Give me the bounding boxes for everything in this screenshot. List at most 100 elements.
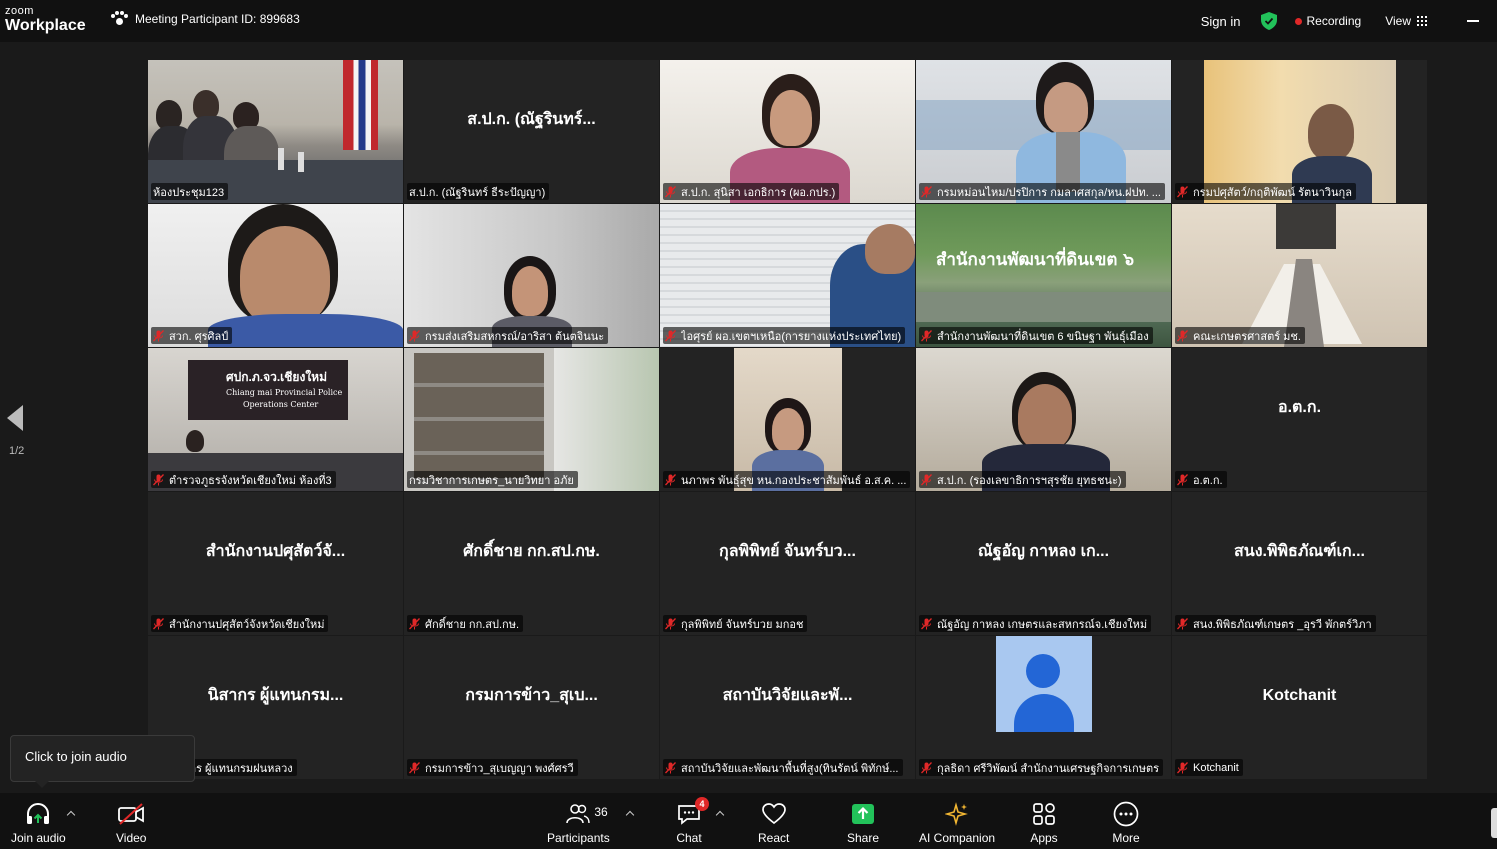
participant-name: ศักดิ์ชาย กก.สป.กษ.: [425, 618, 520, 631]
heart-icon: [760, 801, 788, 827]
side-scrollbar[interactable]: [1491, 808, 1497, 838]
apps-button[interactable]: Apps: [1030, 801, 1058, 845]
participant-tile[interactable]: กรมการข้าว_สุเบ... กรมการข้าว_สุเบญญา พง…: [404, 636, 659, 779]
participant-video: [404, 204, 659, 347]
video-button[interactable]: Video: [116, 801, 146, 845]
participants-button[interactable]: 36 Participants: [547, 801, 610, 845]
participants-icon: 36: [548, 801, 608, 827]
react-button[interactable]: React: [758, 801, 789, 845]
participant-tile[interactable]: อ.ต.ก. อ.ต.ก.: [1172, 348, 1427, 491]
participant-video: [916, 60, 1171, 203]
participant-name-label: ส.ป.ก. สุนิสา เอกธิการ (ผอ.กปร.): [663, 183, 840, 200]
previous-page-icon[interactable]: [7, 405, 23, 431]
join-audio-button[interactable]: Join audio: [11, 801, 66, 845]
share-label: Share: [847, 831, 880, 845]
participant-tile[interactable]: สนง.พิพิธภัณฑ์เก... สนง.พิพิธภัณฑ์เกษตร …: [1172, 492, 1427, 635]
muted-mic-icon: [921, 329, 932, 341]
participant-video: [660, 60, 915, 203]
muted-mic-icon: [665, 761, 676, 773]
logo-big-text: Workplace: [5, 17, 86, 34]
view-button[interactable]: View: [1385, 14, 1427, 28]
participant-tile[interactable]: สถาบันวิจัยและพั... สถาบันวิจัยและพัฒนาพ…: [660, 636, 915, 779]
muted-mic-icon: [1177, 185, 1188, 197]
participant-display-name: ส.ป.ก. (ณัฐรินทร์...: [467, 111, 596, 128]
participant-name: สวก. ศุรศิลป์: [169, 330, 229, 343]
participant-display-name: กรมการข้าว_สุเบ...: [465, 687, 598, 704]
participant-name: ส.ป.ก. (ณัฐรินทร์ ธีระปัญญา): [409, 186, 546, 199]
sign-in-link[interactable]: Sign in: [1201, 14, 1241, 29]
participant-tile[interactable]: คณะเกษตรศาสตร์ มช.: [1172, 204, 1427, 347]
participant-tile[interactable]: ณัฐอัญ กาหลง เก... ณัฐอัญ กาหลง เกษตรและ…: [916, 492, 1171, 635]
participant-tile[interactable]: ส.ป.ก. สุนิสา เอกธิการ (ผอ.กปร.): [660, 60, 915, 203]
page-indicator: 1/2: [9, 445, 25, 457]
muted-mic-icon: [409, 329, 420, 341]
meeting-info[interactable]: Meeting Participant ID: 899683: [110, 11, 300, 27]
audio-options-chevron-icon[interactable]: [66, 810, 76, 820]
join-audio-label: Join audio: [11, 831, 66, 845]
muted-mic-icon: [1177, 617, 1188, 629]
headphones-icon: [24, 801, 52, 827]
more-button[interactable]: More: [1112, 801, 1140, 845]
paw-icon: [110, 11, 128, 27]
participant-name: กรมปศุสัตว์/กฤติพัฒน์ รัตนาวินกุล: [1193, 186, 1352, 199]
participant-name: ไอศุรย์ ผอ.เขตฯเหนือ(การยางแห่งประเทศไทย…: [681, 330, 902, 343]
participant-tile[interactable]: กรมหม่อนไหม/ปรปิการ กมลาศสกุล/หน.ฝปท. ..…: [916, 60, 1171, 203]
participant-video: สำนักงานพัฒนาที่ดินเขต ๖: [916, 204, 1171, 347]
participant-name: กรมหม่อนไหม/ปรปิการ กมลาศสกุล/หน.ฝปท. ..…: [937, 186, 1161, 199]
apps-label: Apps: [1030, 831, 1058, 845]
participant-name: สำนักงานพัฒนาที่ดินเขต 6 ขนิษฐา พันธุ์เม…: [937, 330, 1149, 343]
participant-display-name: สำนักงานปศุสัตว์จั...: [205, 543, 346, 560]
minimize-icon[interactable]: [1467, 20, 1479, 22]
participant-video: [148, 204, 403, 347]
participant-tile[interactable]: ส.ป.ก. (รองเลขาธิการฯสุรชัย ยุทธชนะ): [916, 348, 1171, 491]
participant-tile[interactable]: กุลพิพิทย์ จันทร์บว... กุลพิพิทย์ จันทร์…: [660, 492, 915, 635]
muted-mic-icon: [665, 617, 676, 629]
participant-tile[interactable]: Kotchanit Kotchanit: [1172, 636, 1427, 779]
chat-label: Chat: [676, 831, 702, 845]
participant-tile[interactable]: กุลธิดา ศรีวิพัฒน์ สำนักงานเศรษฐกิจการเก…: [916, 636, 1171, 779]
participant-tile[interactable]: กรมส่งเสริมสหกรณ์/อาริสา ต้นตจินนะ: [404, 204, 659, 347]
participant-tile[interactable]: นภาพร พันธุ์สุข หน.กองประชาสัมพันธ์ อ.ส.…: [660, 348, 915, 491]
participant-tile[interactable]: ศปก.ภ.จว.เชียงใหม่ Chiang mai Provincial…: [148, 348, 403, 491]
participant-name-label: กรมส่งเสริมสหกรณ์/อาริสา ต้นตจินนะ: [407, 327, 609, 344]
participant-tile[interactable]: ห้องประชุม123: [148, 60, 403, 203]
participant-tile[interactable]: สวก. ศุรศิลป์: [148, 204, 403, 347]
muted-mic-icon: [1177, 473, 1188, 485]
app-logo: zoom Workplace: [5, 6, 86, 34]
video-gallery: ห้องประชุม123 ส.ป.ก. (ณัฐรินทร์... ส.ป.ก…: [148, 60, 1428, 780]
participant-tile[interactable]: ส.ป.ก. (ณัฐรินทร์... ส.ป.ก. (ณัฐรินทร์ ธ…: [404, 60, 659, 203]
participant-name: กุลธิดา ศรีวิพัฒน์ สำนักงานเศรษฐกิจการเก…: [937, 762, 1160, 775]
muted-mic-icon: [153, 473, 164, 485]
participant-tile[interactable]: สำนักงานพัฒนาที่ดินเขต ๖ สำนักงานพัฒนาที…: [916, 204, 1171, 347]
participant-display-name: Kotchanit: [1262, 686, 1337, 704]
chat-button[interactable]: 4 Chat: [675, 797, 709, 845]
participant-name: ส.ป.ก. (รองเลขาธิการฯสุรชัย ยุทธชนะ): [937, 474, 1122, 487]
participants-options-chevron-icon[interactable]: [625, 810, 635, 820]
participant-tile[interactable]: กรมวิชาการเกษตร_นายวิทยา อภัย: [404, 348, 659, 491]
share-button[interactable]: Share: [847, 801, 879, 845]
ai-companion-button[interactable]: AI Companion: [919, 801, 995, 845]
participant-name-label: กรมวิชาการเกษตร_นายวิทยา อภัย: [407, 471, 578, 488]
grid-view-icon: [1417, 16, 1427, 26]
participant-video: [916, 348, 1171, 491]
participant-video: ศปก.ภ.จว.เชียงใหม่ Chiang mai Provincial…: [148, 348, 403, 491]
participant-name-label: สนง.พิพิธภัณฑ์เกษตร _อุรวี พักตร์วิภา: [1175, 615, 1376, 632]
security-shield-icon[interactable]: [1260, 12, 1277, 30]
scene-sign-text: Chiang mai Provincial Police: [226, 388, 343, 397]
muted-mic-icon: [921, 473, 932, 485]
participant-name-label: กุลธิดา ศรีวิพัฒน์ สำนักงานเศรษฐกิจการเก…: [919, 759, 1164, 776]
participant-display-name: สถาบันวิจัยและพั...: [722, 687, 853, 704]
participant-display-name: ศักดิ์ชาย กก.สป.กษ.: [463, 543, 600, 560]
scene-sign-text: Operations Center: [243, 400, 319, 409]
video-off-icon: [117, 801, 145, 827]
participant-tile[interactable]: ศักดิ์ชาย กก.สป.กษ. ศักดิ์ชาย กก.สป.กษ.: [404, 492, 659, 635]
participant-name: นภาพร พันธุ์สุข หน.กองประชาสัมพันธ์ อ.ส.…: [681, 474, 907, 487]
participant-tile[interactable]: กรมปศุสัตว์/กฤติพัฒน์ รัตนาวินกุล: [1172, 60, 1427, 203]
share-screen-icon: [849, 801, 877, 827]
recording-indicator[interactable]: Recording: [1307, 14, 1362, 28]
chat-options-chevron-icon[interactable]: [715, 810, 725, 820]
participant-name-label: สำนักงานพัฒนาที่ดินเขต 6 ขนิษฐา พันธุ์เม…: [919, 327, 1153, 344]
participant-tile[interactable]: ไอศุรย์ ผอ.เขตฯเหนือ(การยางแห่งประเทศไทย…: [660, 204, 915, 347]
participant-tile[interactable]: สำนักงานปศุสัตว์จั... สำนักงานปศุสัตว์จั…: [148, 492, 403, 635]
view-label: View: [1385, 14, 1411, 28]
